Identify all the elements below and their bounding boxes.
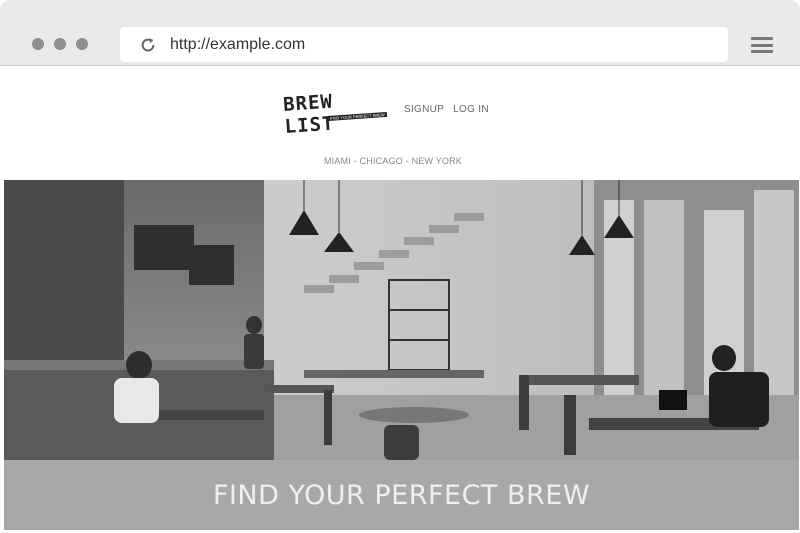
minimize-window-dot[interactable]	[54, 38, 66, 50]
hero-title: FIND YOUR PERFECT BREW	[212, 479, 591, 511]
signup-link[interactable]: SIGNUP	[404, 104, 444, 115]
maximize-window-dot[interactable]	[76, 38, 88, 50]
hero-banner: FIND YOUR PERFECT BREW	[4, 460, 799, 530]
close-window-dot[interactable]	[32, 38, 44, 50]
reload-icon[interactable]	[138, 35, 158, 55]
site-nav: SIGNUP LOG IN	[404, 104, 489, 115]
url-text[interactable]: http://example.com	[170, 36, 305, 54]
hero-cafe-image	[4, 180, 799, 460]
city-list: MIAMI - CHICAGO - NEW YORK	[323, 156, 463, 166]
brew-list-logo[interactable]: BREW LIST FIND YOUR PERFECT BREW	[282, 91, 392, 138]
browser-toolbar: http://example.com	[0, 0, 800, 66]
window-controls	[32, 38, 88, 50]
hamburger-menu-icon[interactable]	[751, 37, 773, 53]
login-link[interactable]: LOG IN	[453, 104, 489, 115]
address-bar[interactable]: http://example.com	[120, 27, 728, 62]
